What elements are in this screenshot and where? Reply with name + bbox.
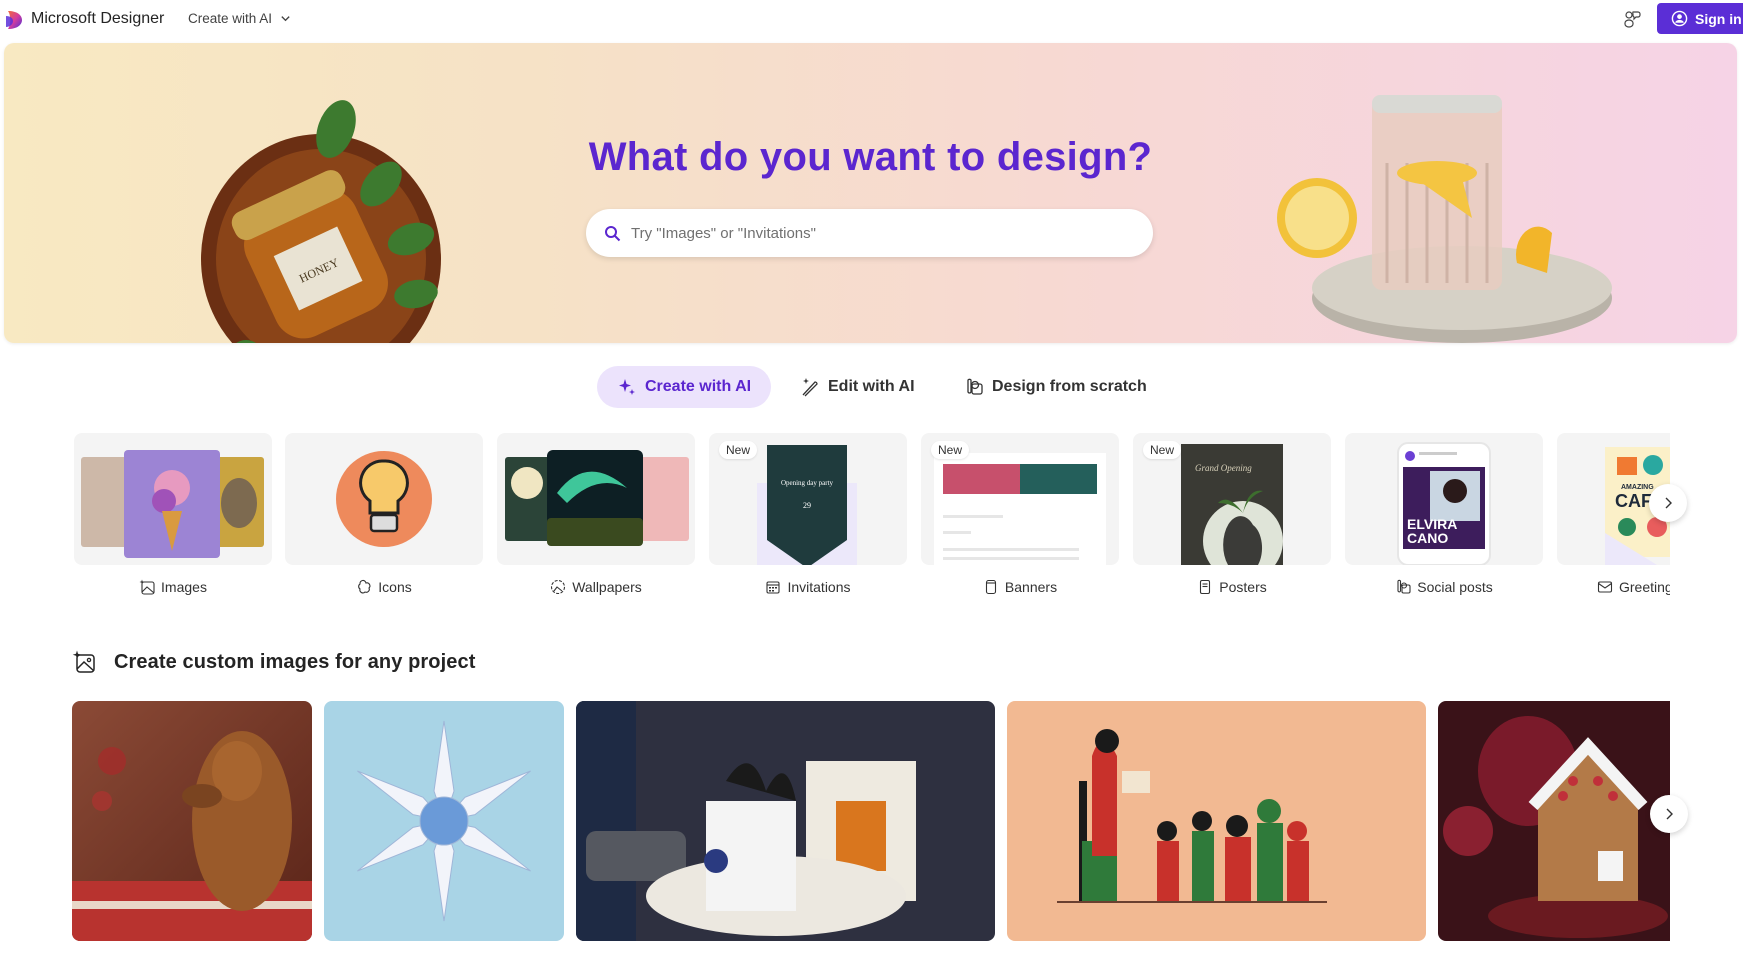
inspiration-image-row [0, 701, 1670, 941]
inspiration-image[interactable] [72, 701, 312, 941]
social-posts-thumbnail: ELVIRA CANO [1397, 442, 1491, 565]
images-thumbnail [81, 450, 264, 558]
top-bar: Microsoft Designer Create with AI Sign i… [0, 0, 1743, 42]
category-label: Icons [285, 577, 483, 597]
person-circle-icon [1671, 10, 1688, 27]
create-with-ai-menu-label: Create with AI [188, 11, 273, 26]
tab-design-from-scratch-label: Design from scratch [992, 378, 1147, 395]
banner-icon [985, 579, 996, 595]
category-card-banners[interactable]: New Banners [921, 433, 1119, 603]
category-carousel: Images Icons Wallpapers Opening day part… [0, 433, 1670, 603]
social-name-2-text: CANO [1407, 530, 1448, 546]
category-label: Greeting cards [1557, 577, 1670, 597]
category-label-text: Greeting cards [1619, 579, 1670, 595]
card-text-1: AMAZING [1621, 484, 1654, 491]
lemonade-glass-illustration [1277, 95, 1612, 343]
calendar-icon [766, 581, 781, 594]
tab-edit-with-ai[interactable]: Edit with AI [800, 366, 915, 408]
kwanzaa-storytelling-image [1007, 701, 1426, 941]
images-next-button[interactable] [1650, 795, 1688, 833]
mode-tabs: Create with AI Edit with AI Design from … [0, 366, 1743, 408]
inspiration-image[interactable] [1007, 701, 1426, 941]
feedback-icon[interactable] [1622, 9, 1642, 29]
category-label-text: Banners [1004, 579, 1058, 595]
category-label-text: Posters [1219, 579, 1267, 595]
category-thumb [497, 433, 695, 565]
category-label-text: Invitations [787, 579, 851, 595]
category-label-text: Icons [378, 579, 412, 595]
category-label-text: Wallpapers [572, 579, 642, 595]
gingerbread-house-image [1438, 701, 1670, 941]
categories-next-button[interactable] [1649, 484, 1687, 522]
category-label: Banners [921, 577, 1119, 597]
inspiration-image[interactable] [324, 701, 564, 941]
card-text-2: CAF [1615, 491, 1652, 511]
chevron-down-icon [281, 16, 290, 22]
category-label: Posters [1133, 577, 1331, 597]
chevron-right-icon [1665, 497, 1672, 509]
image-sparkle-icon [139, 579, 155, 595]
create-with-ai-menu[interactable]: Create with AI [188, 11, 291, 26]
image-sparkle-icon [72, 650, 95, 673]
section-title: Create custom images for any project [114, 650, 476, 673]
poster-icon [1200, 579, 1211, 595]
dachshund-image [72, 701, 312, 941]
tab-design-from-scratch[interactable]: Design from scratch [964, 366, 1147, 408]
category-label: Images [74, 577, 272, 597]
sign-in-button[interactable]: Sign in [1657, 3, 1743, 34]
inspiration-image[interactable] [1438, 701, 1670, 941]
wallpaper-icon [551, 579, 566, 595]
category-thumb: New [921, 433, 1119, 565]
honey-jar-illustration: HONEY [201, 100, 441, 343]
sign-in-label: Sign in [1695, 10, 1742, 27]
invitation-date-text: 29 [803, 501, 811, 510]
category-card-posters[interactable]: Grand Opening New Posters [1133, 433, 1331, 603]
hero-banner: HONEY What do you want to design? [4, 43, 1737, 343]
invitation-title-text: Opening day party [781, 479, 834, 487]
sparkle-icon [619, 379, 635, 395]
category-label-text: Images [161, 579, 207, 595]
designer-logo-icon[interactable] [5, 10, 23, 30]
snowflake-image [324, 701, 564, 941]
category-thumb [285, 433, 483, 565]
category-label-text: Social posts [1417, 579, 1493, 595]
category-thumb [74, 433, 272, 565]
tab-create-with-ai-label: Create with AI [645, 378, 752, 395]
category-card-images[interactable]: Images [74, 433, 272, 603]
icons-icon [358, 579, 371, 594]
gifts-fireplace-image [576, 701, 995, 941]
social-post-icon [1397, 579, 1411, 594]
category-thumb: ELVIRA CANO [1345, 433, 1543, 565]
search-box[interactable] [586, 209, 1153, 257]
category-card-icons[interactable]: Icons [285, 433, 483, 603]
new-badge: New [931, 441, 970, 459]
magic-wand-icon [802, 378, 818, 397]
inspiration-image[interactable] [576, 701, 995, 941]
category-label: Wallpapers [497, 577, 695, 597]
tab-edit-with-ai-label: Edit with AI [828, 378, 915, 395]
tab-create-with-ai[interactable]: Create with AI [597, 366, 771, 408]
new-badge: New [719, 441, 758, 459]
poster-title-text: Grand Opening [1195, 463, 1252, 473]
category-thumb: Opening day party 29 New [709, 433, 907, 565]
category-label: Social posts [1345, 577, 1543, 597]
category-label: Invitations [709, 577, 907, 597]
category-card-social-posts[interactable]: ELVIRA CANO Social posts [1345, 433, 1543, 603]
chevron-right-icon [1666, 808, 1673, 820]
category-card-invitations[interactable]: Opening day party 29 New Invitations [709, 433, 907, 603]
shapes-icon [967, 378, 983, 395]
icons-thumbnail [336, 451, 432, 547]
category-card-wallpapers[interactable]: Wallpapers [497, 433, 695, 603]
search-input[interactable] [631, 224, 1111, 242]
section-header: Create custom images for any project [72, 650, 476, 674]
wallpapers-thumbnail [505, 450, 689, 546]
brand-name[interactable]: Microsoft Designer [31, 10, 164, 28]
category-thumb: Grand Opening New [1133, 433, 1331, 565]
search-icon [605, 225, 621, 241]
new-badge: New [1143, 441, 1182, 459]
envelope-icon [1597, 581, 1613, 593]
category-card-greeting-cards[interactable]: AMAZING CAF Greeting cards [1557, 433, 1670, 603]
